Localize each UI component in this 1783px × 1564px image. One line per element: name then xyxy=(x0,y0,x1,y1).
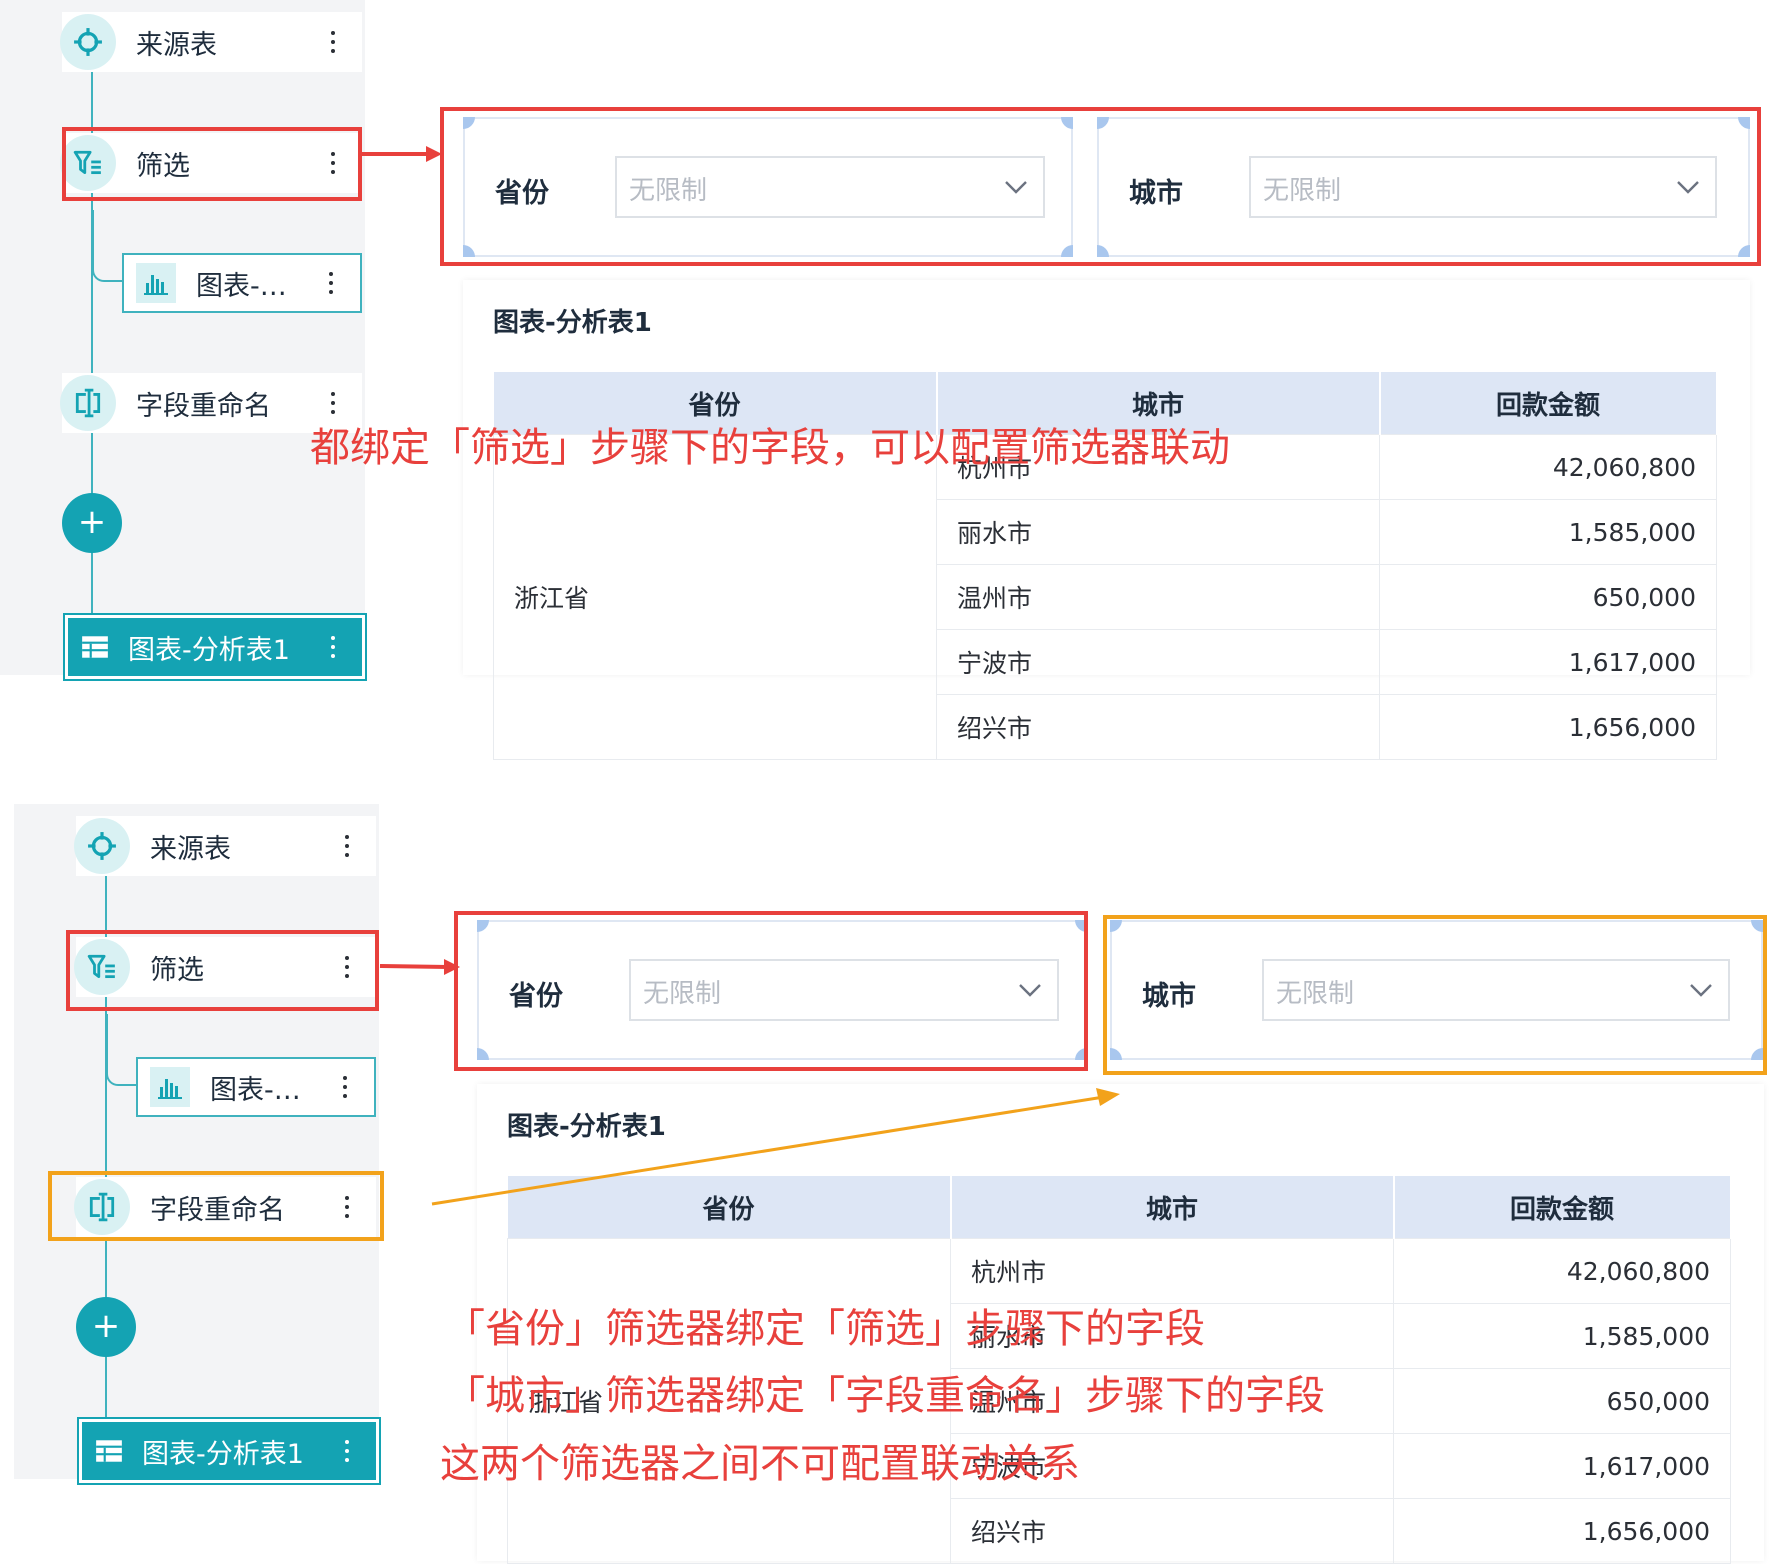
more-icon[interactable] xyxy=(332,835,362,857)
annotation-line-1: 「省份」筛选器绑定「筛选」步骤下的字段 xyxy=(445,1306,1205,1352)
analysis-table-widget: 图表-分析表1 省份 城市 回款金额 浙江省 杭州市 42,060,800 丽水… xyxy=(463,280,1750,760)
more-icon[interactable] xyxy=(318,636,348,658)
step-label: 图表-分析表1 xyxy=(142,1438,304,1470)
bar-chart-icon xyxy=(136,263,176,303)
amount-cell: 1,656,000 xyxy=(1393,1498,1731,1564)
city-cell: 绍兴市 xyxy=(936,694,1380,760)
city-cell: 温州市 xyxy=(936,564,1380,630)
filter-step-highlight xyxy=(66,930,379,1011)
filters-highlight xyxy=(440,107,1761,266)
step-table[interactable]: 图表-分析表1 xyxy=(63,613,367,681)
step-source[interactable]: 来源表 xyxy=(60,12,362,72)
more-icon[interactable] xyxy=(330,1076,360,1098)
bar-chart-icon xyxy=(150,1067,190,1107)
amount-cell: 42,060,800 xyxy=(1379,434,1717,500)
amount-cell: 1,585,000 xyxy=(1379,499,1717,565)
add-step-button[interactable]: + xyxy=(62,493,122,553)
city-cell: 绍兴市 xyxy=(950,1498,1394,1564)
crosshair-icon xyxy=(60,14,116,70)
city-cell: 宁波市 xyxy=(936,629,1380,695)
more-icon[interactable] xyxy=(318,31,348,53)
step-label: 来源表 xyxy=(150,833,231,865)
amount-cell: 1,617,000 xyxy=(1393,1433,1731,1499)
amount-cell: 1,617,000 xyxy=(1379,629,1717,695)
rename-step-highlight xyxy=(48,1171,384,1241)
amount-cell: 1,656,000 xyxy=(1379,694,1717,760)
more-icon[interactable] xyxy=(316,272,346,294)
step-chart[interactable]: 图表-… xyxy=(136,1057,376,1117)
province-cell: 浙江省 xyxy=(493,434,937,760)
step-label: 图表-… xyxy=(210,1074,301,1106)
more-icon[interactable] xyxy=(332,1440,362,1462)
table-icon xyxy=(94,1436,124,1466)
annotation-line-2: 「城市」筛选器绑定「字段重命名」步骤下的字段 xyxy=(445,1373,1325,1419)
filter-step-highlight xyxy=(62,127,362,201)
city-filter-highlight xyxy=(1103,915,1767,1075)
arrow-icon xyxy=(379,959,460,975)
step-chart[interactable]: 图表-… xyxy=(122,253,362,313)
rename-field-icon xyxy=(60,375,116,431)
annotation-top: 都绑定「筛选」步骤下的字段，可以配置筛选器联动 xyxy=(310,425,1230,471)
amount-cell: 42,060,800 xyxy=(1393,1238,1731,1304)
crosshair-icon xyxy=(74,818,130,874)
arrow-icon xyxy=(431,1088,1120,1206)
step-label: 图表-… xyxy=(196,270,287,302)
step-source[interactable]: 来源表 xyxy=(74,816,376,876)
arrow-icon xyxy=(362,146,442,162)
table-row: 浙江省 杭州市 42,060,800 xyxy=(507,1238,1731,1564)
widget-title: 图表-分析表1 xyxy=(493,308,652,338)
step-panel: 来源表 筛选 图表-… 字段重命名 + 图表-分析表1 xyxy=(0,0,367,681)
column-header[interactable]: 回款金额 xyxy=(1379,372,1718,435)
table-icon xyxy=(80,632,110,662)
step-panel: 来源表 筛选 图表-… 字段重命名 + 图表-分析表1 xyxy=(14,804,381,1485)
step-table[interactable]: 图表-分析表1 xyxy=(77,1417,381,1485)
column-header[interactable]: 回款金额 xyxy=(1393,1176,1732,1239)
amount-cell: 650,000 xyxy=(1393,1368,1731,1434)
step-label: 来源表 xyxy=(136,29,217,61)
step-label: 图表-分析表1 xyxy=(128,634,290,666)
amount-cell: 1,585,000 xyxy=(1393,1303,1731,1369)
annotation-line-3: 这两个筛选器之间不可配置联动关系 xyxy=(440,1441,1080,1487)
city-cell: 杭州市 xyxy=(950,1238,1394,1304)
add-step-button[interactable]: + xyxy=(76,1297,136,1357)
more-icon[interactable] xyxy=(318,392,348,414)
city-cell: 丽水市 xyxy=(936,499,1380,565)
province-filter-highlight xyxy=(454,911,1088,1071)
amount-cell: 650,000 xyxy=(1379,564,1717,630)
step-label: 字段重命名 xyxy=(136,390,271,422)
